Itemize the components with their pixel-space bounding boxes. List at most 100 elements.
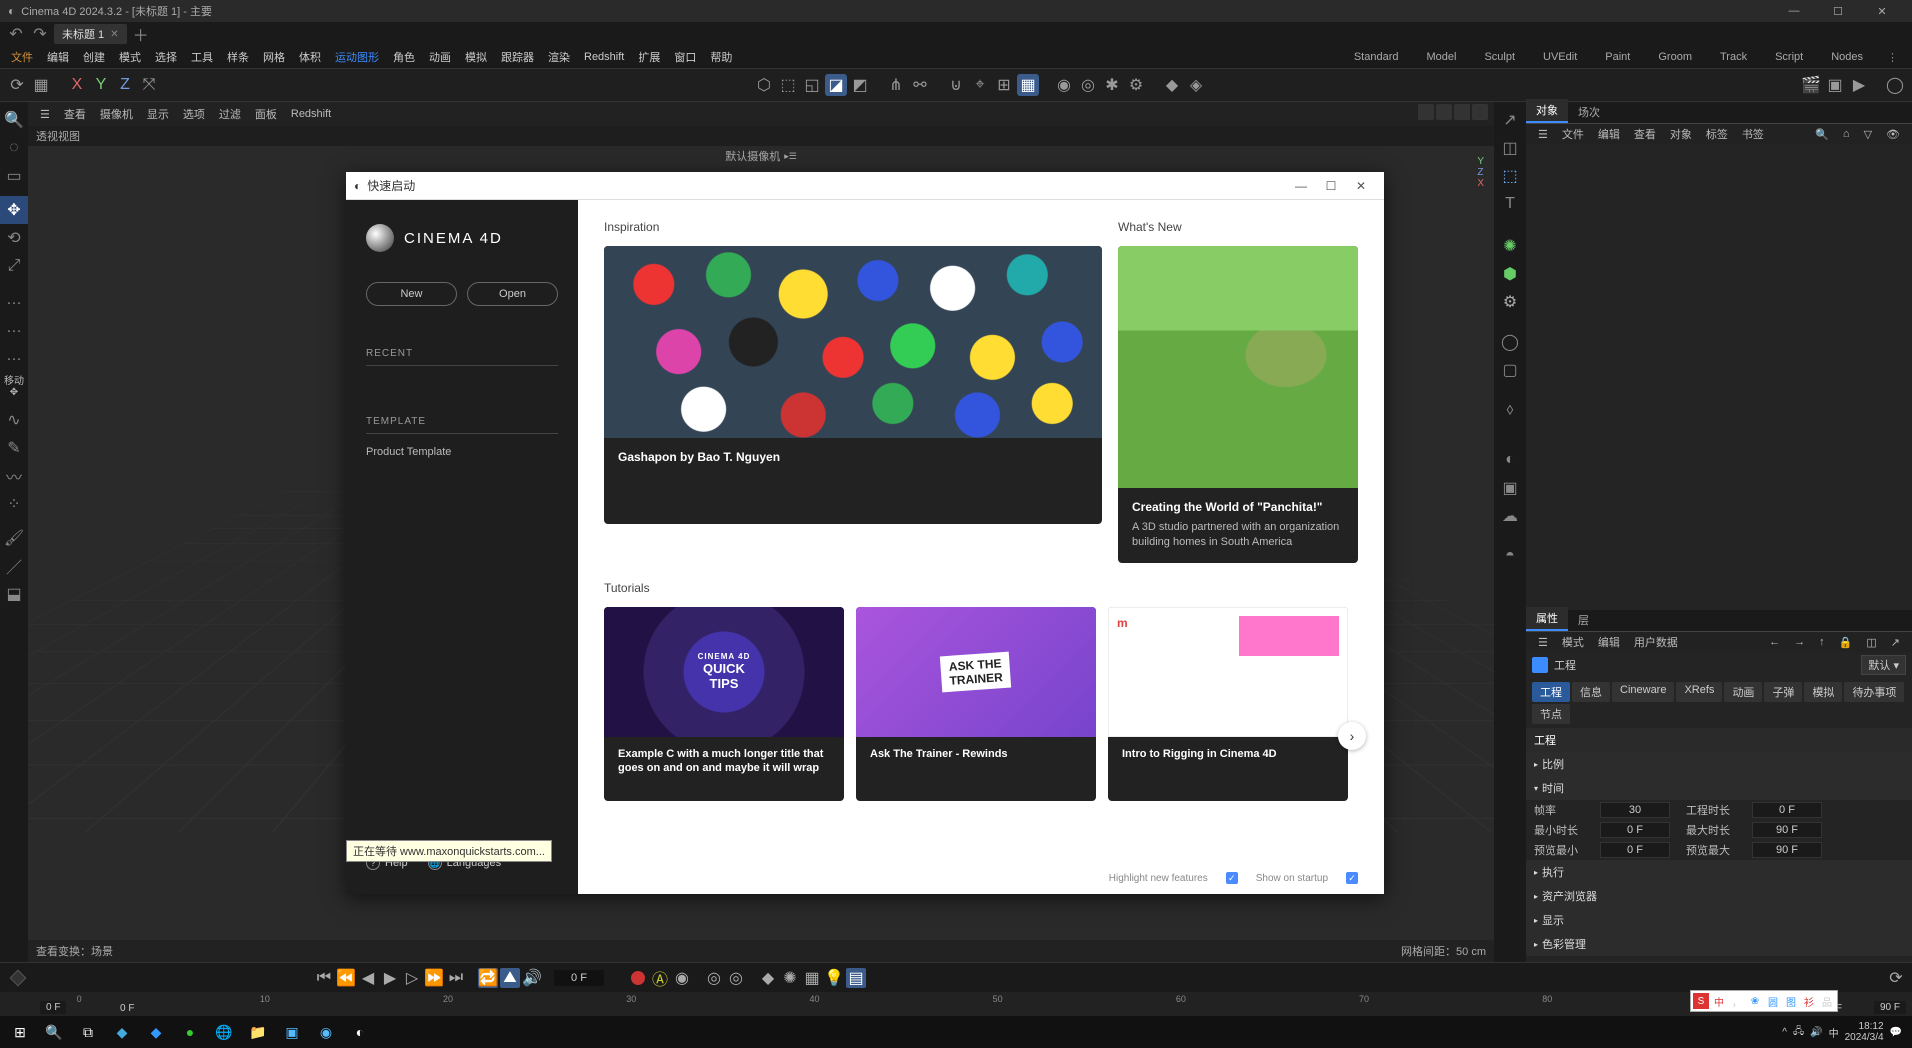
recent-tool-1-icon[interactable]: … [0, 286, 28, 314]
chrome-icon[interactable]: 🌐 [208, 1016, 240, 1048]
tray-vol-icon[interactable]: 🔊 [1810, 1027, 1822, 1038]
target-icon[interactable]: ◎ [1077, 74, 1099, 96]
max-len-field[interactable]: 90 F [1752, 822, 1822, 838]
ime-toolbar[interactable]: S 中 ， ❀ 圆 图 衫 品 [1690, 990, 1838, 1012]
record-icon[interactable]: ◉ [1053, 74, 1075, 96]
tl-end-field[interactable]: 90 F [1874, 1001, 1906, 1014]
render-icon[interactable]: ▶ [1848, 74, 1870, 96]
menu-help[interactable]: 帮助 [703, 49, 739, 65]
hamburger-icon[interactable]: ☰ [34, 108, 56, 121]
template-item[interactable]: Product Template [366, 442, 558, 462]
text-icon[interactable]: T [1498, 192, 1522, 216]
section-scale[interactable]: ▸比例 [1526, 752, 1912, 776]
sketch-tool-icon[interactable]: 〰 [0, 462, 28, 490]
camera-obj-icon[interactable]: ▣ [1498, 476, 1522, 500]
app-1-icon[interactable]: ◆ [106, 1016, 138, 1048]
keysel-button[interactable]: ◉ [672, 968, 692, 988]
vp-orbit-icon[interactable] [1454, 104, 1470, 120]
current-frame-field[interactable]: 0 F [554, 970, 604, 986]
opt4-icon[interactable]: 💡 [824, 968, 844, 988]
tab-takes[interactable]: 场次 [1568, 101, 1610, 123]
section-time[interactable]: ▾时间 [1526, 776, 1912, 800]
vp-pan-icon[interactable] [1418, 104, 1434, 120]
attr-btn-sim[interactable]: 模拟 [1804, 682, 1842, 702]
system-tray[interactable]: ^ 🖧 🔊 中 18:12 2024/3/4 💬 [1776, 1021, 1908, 1043]
axis-gizmo[interactable]: Y Z X [1477, 156, 1484, 189]
om-bookmarks[interactable]: 书签 [1736, 126, 1770, 142]
cube-out-icon[interactable]: ⬚ [777, 74, 799, 96]
recent-tool-2-icon[interactable]: … [0, 314, 28, 342]
pos-key-icon[interactable]: ◎ [704, 968, 724, 988]
menu-tracker[interactable]: 跟踪器 [494, 49, 541, 65]
menu-render[interactable]: 渲染 [541, 49, 577, 65]
keyframe-icon[interactable] [10, 969, 27, 986]
vp-menu-panel[interactable]: 面板 [249, 106, 283, 122]
record-button[interactable] [628, 968, 648, 988]
material-icon[interactable]: ◓ [1498, 544, 1522, 568]
butterfly-icon[interactable]: ✱ [1101, 74, 1123, 96]
om-hamburger-icon[interactable]: ☰ [1532, 128, 1554, 141]
tutorial-card-1[interactable]: CINEMA 4DQUICK TIPS Example C with a muc… [604, 607, 844, 801]
c4d-taskbar-icon[interactable]: ◐ [344, 1016, 376, 1048]
axis-x-toggle[interactable]: X [66, 74, 88, 96]
search-icon[interactable]: 🔍 [0, 106, 28, 134]
om-tags[interactable]: 标签 [1700, 126, 1734, 142]
extrude-tool-icon[interactable]: ⬓ [0, 580, 28, 608]
am-mode[interactable]: 模式 [1556, 634, 1590, 650]
compass-icon[interactable]: ◈ [1185, 74, 1207, 96]
section-display[interactable]: ▸显示 [1526, 908, 1912, 932]
dialog-maximize[interactable]: ☐ [1316, 179, 1346, 193]
live-select-icon[interactable]: ◌ [0, 134, 28, 162]
am-hamburger-icon[interactable]: ☰ [1532, 636, 1554, 649]
menu-mode[interactable]: 模式 [112, 49, 148, 65]
menu-select[interactable]: 选择 [148, 49, 184, 65]
camera-label[interactable]: 默认摄像机▸☰ [725, 148, 797, 164]
tutorial-card-3[interactable]: m Intro to Rigging in Cinema 4D [1108, 607, 1348, 801]
opt3-icon[interactable]: ▦ [802, 968, 822, 988]
opt2-icon[interactable]: ✺ [780, 968, 800, 988]
attr-btn-todo[interactable]: 待办事项 [1844, 682, 1904, 702]
opt1-icon[interactable]: ◆ [758, 968, 778, 988]
attr-btn-bullet[interactable]: 子弹 [1764, 682, 1802, 702]
points-tool-icon[interactable]: ⁘ [0, 490, 28, 518]
menu-extensions[interactable]: 扩展 [631, 49, 667, 65]
menu-character[interactable]: 角色 [386, 49, 422, 65]
am-new-icon[interactable]: ◫ [1860, 636, 1882, 649]
fps-field[interactable]: 30 [1600, 802, 1670, 818]
field-icon[interactable]: ▢ [1498, 358, 1522, 382]
menu-window[interactable]: 窗口 [667, 49, 703, 65]
om-view[interactable]: 查看 [1628, 126, 1662, 142]
rotate-tool-icon[interactable]: ⟲ [0, 224, 28, 252]
deformer-icon[interactable]: ◯ [1498, 330, 1522, 354]
next-arrow-button[interactable]: › [1338, 722, 1366, 750]
menu-volume[interactable]: 体积 [292, 49, 328, 65]
layout-script[interactable]: Script [1761, 51, 1817, 63]
scale-key-icon[interactable]: ◎ [726, 968, 746, 988]
tab-attributes[interactable]: 属性 [1526, 607, 1568, 631]
vp-menu-view[interactable]: 查看 [58, 106, 92, 122]
person-icon[interactable]: ⋔ [885, 74, 907, 96]
attr-btn-info[interactable]: 信息 [1572, 682, 1610, 702]
prev-frame-button[interactable]: ◀ [358, 968, 378, 988]
dialog-minimize[interactable]: ― [1286, 179, 1316, 193]
tray-up-icon[interactable]: ^ [1782, 1027, 1787, 1038]
om-filter-icon[interactable]: ▽ [1858, 128, 1878, 141]
ime-menu-icon[interactable]: 品 [1819, 993, 1835, 1009]
move-tool-icon[interactable]: ✥ [0, 196, 28, 224]
ime-logo-icon[interactable]: S [1693, 993, 1709, 1009]
attr-btn-cineware[interactable]: Cineware [1612, 682, 1674, 702]
tab-add-button[interactable]: ＋ [131, 22, 151, 46]
goto-end-button[interactable]: ⏭ [446, 968, 466, 988]
layout-groom[interactable]: Groom [1644, 51, 1706, 63]
node-icon[interactable]: ⬨ [1498, 398, 1522, 422]
primitive-cube-icon[interactable]: ⬚ [1498, 164, 1522, 188]
app-2-icon[interactable]: ◆ [140, 1016, 172, 1048]
tray-ime-label[interactable]: 中 [1829, 1025, 1839, 1040]
pen-tool-icon[interactable]: ✎ [0, 434, 28, 462]
attr-btn-anim[interactable]: 动画 [1724, 682, 1762, 702]
knife-tool-icon[interactable]: ／ [0, 552, 28, 580]
om-file[interactable]: 文件 [1556, 126, 1590, 142]
menu-tools[interactable]: 工具 [184, 49, 220, 65]
layout-uvedit[interactable]: UVEdit [1529, 51, 1591, 63]
globe-icon[interactable]: ◯ [1884, 74, 1906, 96]
